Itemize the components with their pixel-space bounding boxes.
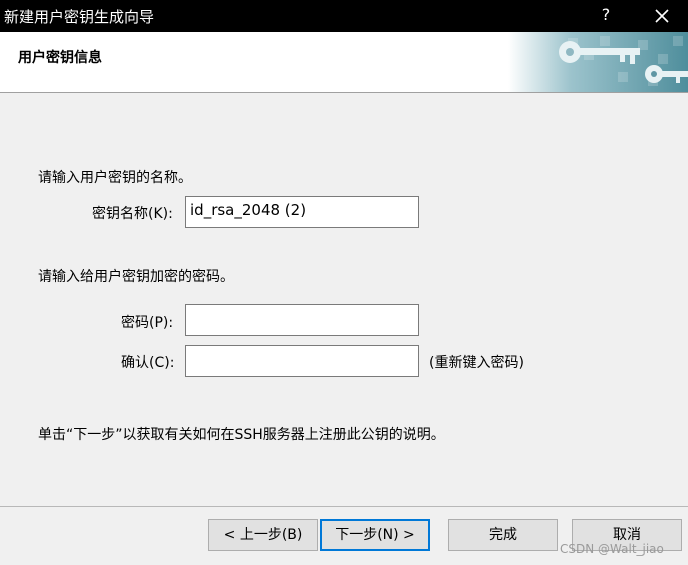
wizard-header: 用户密钥信息 <box>0 32 688 93</box>
key-name-input[interactable]: id_rsa_2048 (2) <box>185 196 419 228</box>
info-note: 单击“下一步”以获取有关如何在SSH服务器上注册此公钥的说明。 <box>38 427 445 443</box>
password-prompt: 请输入给用户密钥加密的密码。 <box>38 269 234 285</box>
key-banner-icon <box>508 32 688 92</box>
window-title: 新建用户密钥生成向导 <box>4 8 155 26</box>
page-title: 用户密钥信息 <box>18 50 102 66</box>
finish-button[interactable]: 完成 <box>448 519 558 551</box>
confirm-hint: (重新键入密码) <box>429 355 524 371</box>
footer-divider <box>0 506 688 507</box>
back-button[interactable]: < 上一步(B) <box>208 519 318 551</box>
close-icon[interactable] <box>652 6 672 26</box>
password-input[interactable] <box>185 304 419 336</box>
title-bar: 新建用户密钥生成向导 ? <box>0 0 688 32</box>
password-label: 密码(P): <box>121 315 174 331</box>
name-prompt: 请输入用户密钥的名称。 <box>38 170 192 186</box>
confirm-password-input[interactable] <box>185 345 419 377</box>
help-icon[interactable]: ? <box>598 5 614 24</box>
watermark: CSDN @Walt_jiao <box>560 542 664 556</box>
key-name-label: 密钥名称(K): <box>92 206 173 222</box>
confirm-label: 确认(C): <box>121 355 175 371</box>
next-button[interactable]: 下一步(N) > <box>320 519 430 551</box>
